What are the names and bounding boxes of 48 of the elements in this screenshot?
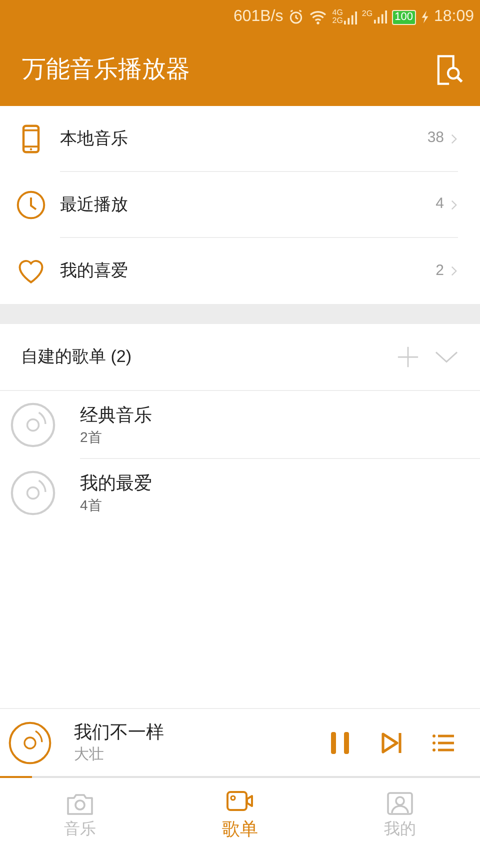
- song-count: 2首: [80, 428, 103, 446]
- network-speed: 601B/s: [233, 7, 284, 27]
- chevron-down-icon: [435, 350, 458, 364]
- chevron-right-icon: [450, 132, 458, 144]
- app-title: 万能音乐播放器: [22, 55, 190, 85]
- wifi-icon: [309, 8, 328, 26]
- library-item[interactable]: 我的喜爱 2: [0, 238, 480, 304]
- chevron-right-icon: [450, 198, 458, 210]
- add-button[interactable]: [397, 346, 419, 368]
- playlist-name: 我的最爱: [80, 472, 153, 495]
- signal-icon: [344, 11, 357, 25]
- library-item[interactable]: 最近播放 4: [0, 172, 480, 238]
- section-title: 自建的歌单 (2): [21, 346, 132, 368]
- network-type: 4G: [332, 9, 343, 17]
- library-item[interactable]: 本地音乐 38: [0, 106, 480, 172]
- chevron-right-icon: [450, 265, 458, 277]
- playlist-name: 经典音乐: [80, 404, 153, 426]
- song-count: 4首: [80, 496, 103, 515]
- playlist-item[interactable]: 经典音乐 2首: [0, 391, 480, 459]
- pause-button[interactable]: [329, 730, 351, 754]
- item-label: 最近播放: [60, 194, 129, 216]
- clock-icon: [16, 190, 46, 220]
- song-artist: 大壮: [74, 744, 105, 764]
- clock-time: 18:09: [434, 7, 474, 27]
- item-count: 2: [436, 260, 444, 281]
- network-type: 2G: [362, 10, 373, 18]
- playlist-button[interactable]: [432, 732, 454, 752]
- playlist-item[interactable]: 我的最爱 4首: [0, 459, 480, 527]
- item-count: 38: [427, 128, 444, 148]
- pause-icon: [329, 730, 351, 754]
- video-icon: [226, 788, 254, 814]
- network-type: 2G: [332, 17, 343, 25]
- alarm-icon: [288, 9, 304, 25]
- disc-icon: [8, 720, 52, 764]
- plus-icon: [397, 346, 419, 368]
- next-button[interactable]: [381, 732, 402, 754]
- item-label: 本地音乐: [60, 128, 129, 150]
- disc-icon: [10, 470, 56, 516]
- song-title: 我们不一样: [74, 720, 165, 744]
- battery-icon: 100: [392, 10, 416, 24]
- item-label: 我的喜爱: [60, 260, 129, 282]
- disc-icon: [10, 402, 56, 448]
- list-icon: [432, 732, 454, 752]
- person-icon: [386, 790, 414, 816]
- expand-button[interactable]: [435, 350, 458, 364]
- skip-next-icon: [381, 732, 402, 754]
- signal-icon: [374, 10, 387, 24]
- item-count: 4: [436, 194, 444, 214]
